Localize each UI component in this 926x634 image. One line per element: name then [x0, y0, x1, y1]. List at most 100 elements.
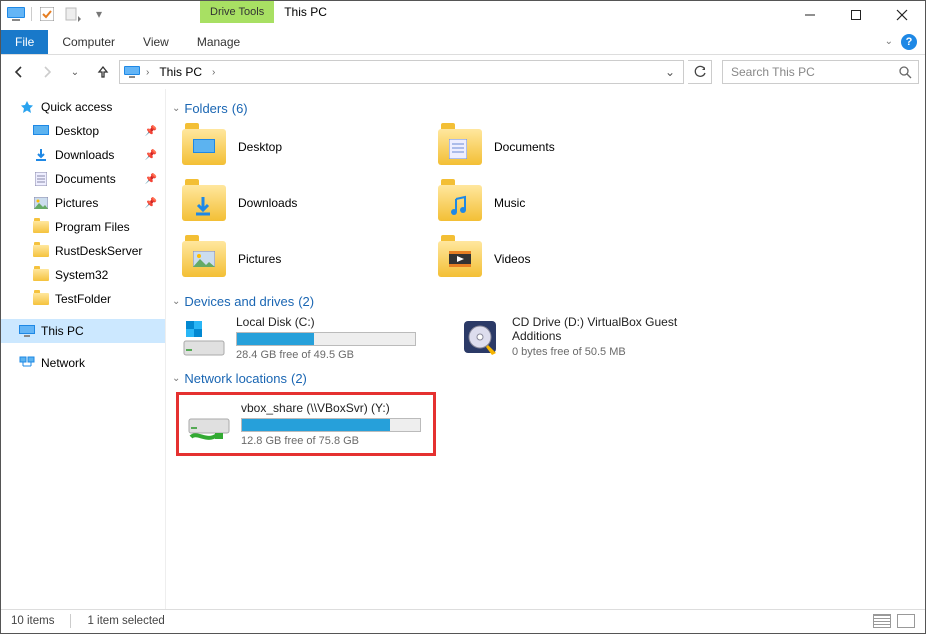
up-button[interactable]	[91, 60, 115, 84]
sidebar-item-documents[interactable]: Documents 📌	[1, 167, 165, 191]
chevron-down-icon: ⌄	[172, 373, 180, 384]
qat-customize-icon[interactable]: ▾	[88, 3, 110, 25]
desktop-icon	[33, 123, 49, 139]
tab-manage[interactable]: Manage	[183, 30, 254, 54]
drive-icon	[182, 315, 226, 359]
tab-computer[interactable]: Computer	[48, 30, 129, 54]
breadcrumb-location[interactable]: This PC	[153, 65, 208, 79]
search-icon[interactable]	[898, 65, 912, 79]
pin-icon: 📌	[145, 174, 157, 185]
recent-locations-dropdown[interactable]: ⌄	[63, 60, 87, 84]
sidebar-label: Documents	[55, 172, 116, 186]
sidebar-item-desktop[interactable]: Desktop 📌	[1, 119, 165, 143]
folder-icon	[33, 219, 49, 235]
close-button[interactable]	[879, 1, 925, 29]
chevron-right-icon[interactable]: ›	[144, 67, 151, 78]
section-header-folders[interactable]: ⌄ Folders (6)	[172, 101, 919, 116]
star-icon	[19, 99, 35, 115]
sidebar-item-testfolder[interactable]: TestFolder	[1, 287, 165, 311]
section-count: (6)	[232, 101, 248, 116]
chevron-right-icon[interactable]: ›	[210, 67, 217, 78]
folder-label: Downloads	[238, 196, 297, 210]
folder-documents[interactable]: Documents	[438, 122, 688, 172]
folder-icon	[182, 185, 226, 221]
tab-file[interactable]: File	[1, 30, 48, 54]
pc-icon[interactable]	[5, 3, 27, 25]
folder-icon	[33, 291, 49, 307]
chevron-down-icon: ⌄	[172, 103, 180, 114]
folder-icon	[33, 243, 49, 259]
drive-free-text: 28.4 GB free of 49.5 GB	[236, 349, 432, 361]
ribbon-tabs: File Computer View Manage ⌄ ?	[1, 29, 925, 55]
folder-pictures[interactable]: Pictures	[182, 234, 432, 284]
minimize-button[interactable]	[787, 1, 833, 29]
folder-music[interactable]: Music	[438, 178, 688, 228]
drive-cd[interactable]: CD Drive (D:) VirtualBox Guest Additions…	[458, 315, 708, 361]
folder-desktop[interactable]: Desktop	[182, 122, 432, 172]
section-count: (2)	[298, 294, 314, 309]
forward-button[interactable]	[35, 60, 59, 84]
annotation-highlight: vbox_share (\\VBoxSvr) (Y:) 12.8 GB free…	[176, 392, 436, 456]
sidebar-label: Network	[41, 356, 85, 370]
sidebar-label: Quick access	[41, 100, 112, 114]
section-header-network[interactable]: ⌄ Network locations (2)	[172, 371, 919, 386]
navigation-pane: Quick access Desktop 📌 Downloads 📌 Docum…	[1, 89, 166, 609]
search-input[interactable]	[729, 64, 898, 80]
sidebar-item-system32[interactable]: System32	[1, 263, 165, 287]
window-title: This PC	[274, 1, 337, 23]
drive-local-disk[interactable]: Local Disk (C:) 28.4 GB free of 49.5 GB	[182, 315, 432, 361]
status-bar: 10 items 1 item selected	[1, 609, 925, 631]
sidebar-label: Program Files	[55, 220, 130, 234]
section-title: Devices and drives	[184, 294, 294, 309]
sidebar-item-network[interactable]: Network	[1, 351, 165, 375]
breadcrumb-dropdown-icon[interactable]: ⌄	[659, 65, 681, 79]
sidebar-label: Desktop	[55, 124, 99, 138]
pictures-icon	[33, 195, 49, 211]
folder-downloads[interactable]: Downloads	[182, 178, 432, 228]
back-button[interactable]	[7, 60, 31, 84]
maximize-button[interactable]	[833, 1, 879, 29]
folders-grid: Desktop Documents Downloads Music Pictur…	[182, 122, 919, 284]
window-controls	[787, 1, 925, 29]
network-drive-icon	[187, 401, 231, 445]
ribbon-expand-icon[interactable]: ⌄	[885, 36, 893, 47]
sidebar-label: TestFolder	[55, 292, 111, 306]
refresh-button[interactable]	[688, 60, 712, 84]
sidebar-item-quick-access[interactable]: Quick access	[1, 95, 165, 119]
drive-free-text: 0 bytes free of 50.5 MB	[512, 346, 708, 358]
drive-free-text: 12.8 GB free of 75.8 GB	[241, 435, 425, 447]
new-dropdown-icon[interactable]	[62, 3, 84, 25]
properties-checkbox-icon[interactable]	[36, 3, 58, 25]
section-count: (2)	[291, 371, 307, 386]
sidebar-item-this-pc[interactable]: This PC	[1, 319, 165, 343]
section-header-drives[interactable]: ⌄ Devices and drives (2)	[172, 294, 919, 309]
drive-usage-bar	[241, 418, 421, 432]
network-drive-vbox-share[interactable]: vbox_share (\\VBoxSvr) (Y:) 12.8 GB free…	[187, 401, 425, 447]
chevron-down-icon: ⌄	[172, 296, 180, 307]
downloads-icon	[33, 147, 49, 163]
folder-icon	[182, 241, 226, 277]
address-bar-row: ⌄ › This PC › ⌄	[1, 55, 925, 89]
drive-tools-contextual-tab[interactable]: Drive Tools	[200, 1, 274, 23]
folder-icon	[33, 267, 49, 283]
pin-icon: 📌	[145, 150, 157, 161]
search-box[interactable]	[722, 60, 919, 84]
documents-icon	[33, 171, 49, 187]
sidebar-label: This PC	[41, 324, 84, 338]
details-view-icon[interactable]	[873, 614, 891, 628]
sidebar-item-program-files[interactable]: Program Files	[1, 215, 165, 239]
sidebar-item-pictures[interactable]: Pictures 📌	[1, 191, 165, 215]
pin-icon: 📌	[145, 126, 157, 137]
large-icons-view-icon[interactable]	[897, 614, 915, 628]
breadcrumb[interactable]: › This PC › ⌄	[119, 60, 684, 84]
folder-label: Documents	[494, 140, 555, 154]
tab-view[interactable]: View	[129, 30, 183, 54]
sidebar-item-downloads[interactable]: Downloads 📌	[1, 143, 165, 167]
status-item-count: 10 items	[11, 615, 54, 627]
help-icon[interactable]: ?	[901, 34, 917, 50]
sidebar-item-rustdeskserver[interactable]: RustDeskServer	[1, 239, 165, 263]
pc-icon	[19, 323, 35, 339]
folder-videos[interactable]: Videos	[438, 234, 688, 284]
sidebar-label: Pictures	[55, 196, 98, 210]
drive-usage-bar	[236, 332, 416, 346]
